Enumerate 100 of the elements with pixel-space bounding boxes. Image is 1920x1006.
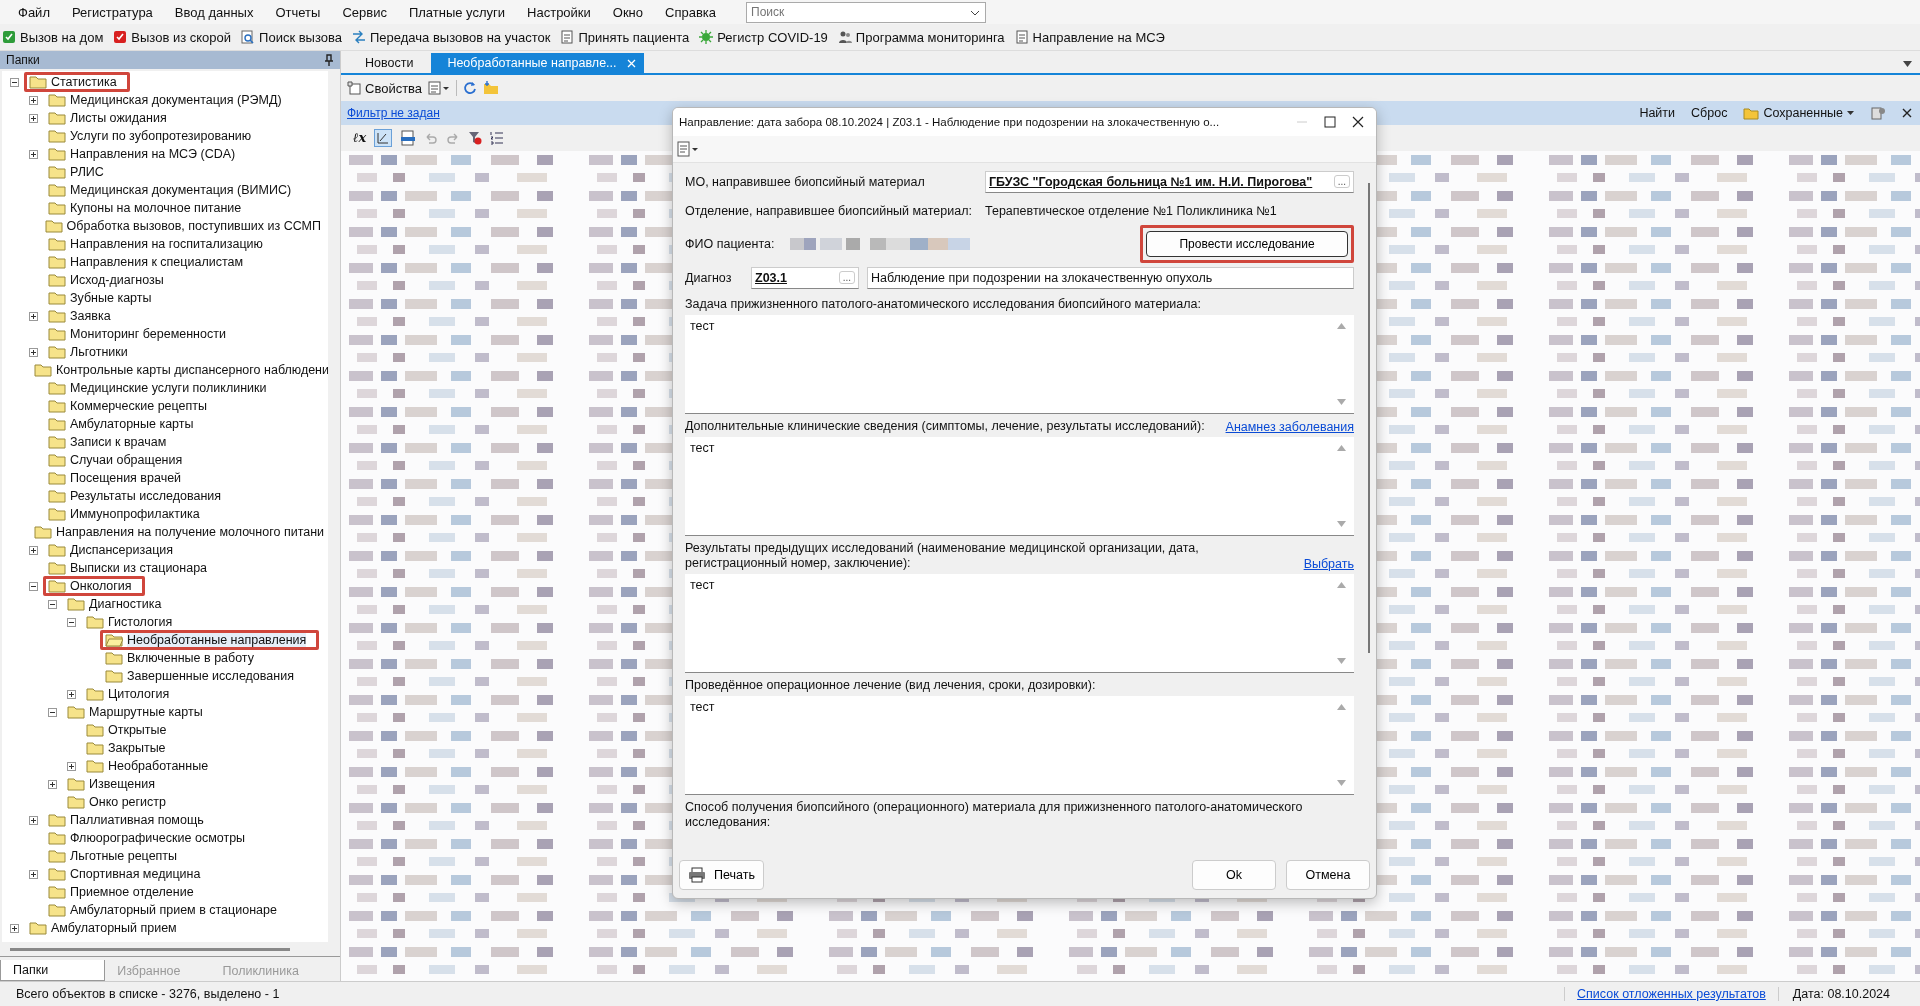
tree-item[interactable]: Обработка вызовов, поступивших из ССМП <box>39 216 328 236</box>
menu-item[interactable]: Платные услуги <box>398 1 516 23</box>
tree-item[interactable]: Направления к специалистам <box>43 252 251 272</box>
find-button[interactable]: Найти <box>1639 106 1676 120</box>
tree-item[interactable]: Необработанные <box>81 756 216 776</box>
caret-icon[interactable] <box>1903 61 1912 67</box>
saved-filters-button[interactable]: Сохраненные <box>1743 106 1854 120</box>
tree-item[interactable]: Амбулаторный прием в стационаре <box>43 900 284 920</box>
tree-item[interactable]: Амбулаторные карты <box>43 414 201 434</box>
expand-icon[interactable] <box>29 311 38 321</box>
menu-item[interactable]: Отчеты <box>265 1 331 23</box>
tree-item[interactable]: Паллиативная помощь <box>43 810 211 830</box>
expand-icon[interactable] <box>29 149 38 159</box>
tree-item[interactable]: Онко регистр <box>62 792 174 812</box>
search-field[interactable]: Поиск <box>746 1 987 23</box>
tree-item[interactable]: Листы ожидания <box>43 108 174 128</box>
scrollbar[interactable] <box>10 947 290 951</box>
tree-item[interactable]: Льготники <box>43 342 135 362</box>
tree-item[interactable]: Результаты исследования <box>43 486 229 506</box>
menu-item[interactable]: Сервис <box>332 1 397 23</box>
toolbar-button[interactable]: Вызов из скорой <box>113 29 232 45</box>
collapse-icon[interactable] <box>29 581 38 591</box>
document-icon[interactable] <box>400 130 417 146</box>
tree-item[interactable]: Исход-диагнозы <box>43 270 171 290</box>
tree-item[interactable]: Гистология <box>81 612 180 632</box>
toolbar-button[interactable]: Принять пациента <box>560 29 690 45</box>
expand-icon[interactable] <box>67 689 76 699</box>
collapse-icon[interactable] <box>10 77 19 87</box>
refresh-icon[interactable] <box>463 81 478 95</box>
tree-item[interactable]: Диагностика <box>62 594 169 614</box>
tree-item[interactable]: Направления на МСЭ (CDA) <box>43 144 243 164</box>
pin-icon[interactable] <box>324 54 334 66</box>
tree-item[interactable]: Спортивная медицина <box>43 864 208 884</box>
tree-item[interactable]: Медицинские услуги поликлиники <box>43 378 274 398</box>
menu-item[interactable]: Регистратура <box>61 1 163 23</box>
tree-item[interactable]: Купоны на молочное питание <box>43 198 249 218</box>
expand-icon[interactable] <box>29 95 38 105</box>
tree-item[interactable]: Онкология <box>43 576 145 596</box>
tree-item[interactable]: Направления на получение молочного питани <box>29 522 328 542</box>
menu-item[interactable]: Файл <box>8 1 60 23</box>
toolbar-button[interactable]: Регистр COVID-19 <box>699 29 828 45</box>
tree-item[interactable]: Заявка <box>43 306 118 326</box>
tree-item[interactable]: Мониторинг беременности <box>43 324 233 344</box>
tree-item[interactable]: Иммунопрофилактика <box>43 504 207 524</box>
tree-item[interactable]: Контрольные карты диспансерного наблюдени <box>29 360 328 380</box>
tree-item[interactable]: Извещения <box>62 774 162 794</box>
properties-button[interactable]: Свойства <box>347 80 423 96</box>
tree-item[interactable]: Зубные карты <box>43 288 159 308</box>
tree-item[interactable]: Маршрутные карты <box>62 702 210 722</box>
close-icon[interactable] <box>1902 108 1912 118</box>
expand-icon[interactable] <box>10 923 19 933</box>
tree-item[interactable]: Медицинская документация (РЭМД) <box>43 90 289 110</box>
expand-icon[interactable] <box>67 761 76 771</box>
tree-item[interactable]: Случаи обращения <box>43 450 190 470</box>
collapse-icon[interactable] <box>48 599 57 609</box>
tree-item[interactable]: РЛИС <box>43 162 111 182</box>
tree-item[interactable]: Флюорографические осмотры <box>43 828 253 848</box>
toolbar-button[interactable]: Вызов на дом <box>2 29 104 45</box>
document-tab[interactable]: Необработанные направле... <box>431 53 644 73</box>
tree-item[interactable]: Цитология <box>81 684 177 704</box>
chevron-icon[interactable] <box>970 9 981 16</box>
tree-item[interactable]: Приемное отделение <box>43 882 201 902</box>
tree-item[interactable]: Записи к врачам <box>43 432 174 452</box>
reset-button[interactable]: Сброс <box>1691 106 1728 120</box>
expand-icon[interactable] <box>29 113 38 123</box>
tree-item[interactable]: Завершенные исследования <box>100 666 301 686</box>
tree-item[interactable]: Необработанные направления <box>100 630 320 650</box>
tree-item[interactable]: Закрытые <box>81 738 173 758</box>
folder-icon[interactable] <box>483 81 500 95</box>
expand-icon[interactable] <box>29 347 38 357</box>
close-icon[interactable] <box>1352 116 1364 128</box>
document-tab[interactable]: Новости <box>349 53 430 73</box>
formula-button[interactable]: ℓx <box>353 130 367 146</box>
menu-item[interactable]: Окно <box>602 1 654 23</box>
expand-icon[interactable] <box>29 815 38 825</box>
list-icon[interactable] <box>490 131 505 145</box>
expand-icon[interactable] <box>48 779 57 789</box>
expand-icon[interactable] <box>29 545 38 555</box>
tree-item[interactable]: Амбулаторный прием <box>24 918 184 938</box>
tree-item[interactable]: Открытые <box>81 720 174 740</box>
tree-item[interactable]: Посещения врачей <box>43 468 189 488</box>
tree-item[interactable]: Направления на госпитализацию <box>43 234 270 254</box>
maximize-icon[interactable] <box>1324 116 1336 128</box>
filter-link[interactable]: Фильтр не задан <box>347 106 440 120</box>
toolbar-button[interactable]: Передача вызовов на участок <box>352 29 551 45</box>
expand-icon[interactable] <box>29 869 38 879</box>
tree-item[interactable]: Льготные рецепты <box>43 846 185 866</box>
collapse-icon[interactable] <box>67 617 76 627</box>
tree-item[interactable]: Выписки из стационара <box>43 558 215 578</box>
clear-filter-icon[interactable] <box>468 131 483 145</box>
tree-item[interactable]: Статистика <box>24 72 130 92</box>
deferred-results-link[interactable]: Список отложенных результатов <box>1564 987 1778 1001</box>
collapse-icon[interactable] <box>48 707 57 717</box>
export-icon[interactable] <box>428 81 451 95</box>
panel-tab[interactable]: Папки <box>0 960 106 981</box>
toolbar-button[interactable]: Программа мониторинга <box>837 29 1005 45</box>
toolbar-button[interactable]: Поиск вызова <box>241 29 342 45</box>
tree-item[interactable]: Коммерческие рецепты <box>43 396 214 416</box>
tree-item[interactable]: Медицинская документация (ВИМИС) <box>43 180 299 200</box>
tree-item[interactable]: Услуги по зубопротезированию <box>43 126 259 146</box>
